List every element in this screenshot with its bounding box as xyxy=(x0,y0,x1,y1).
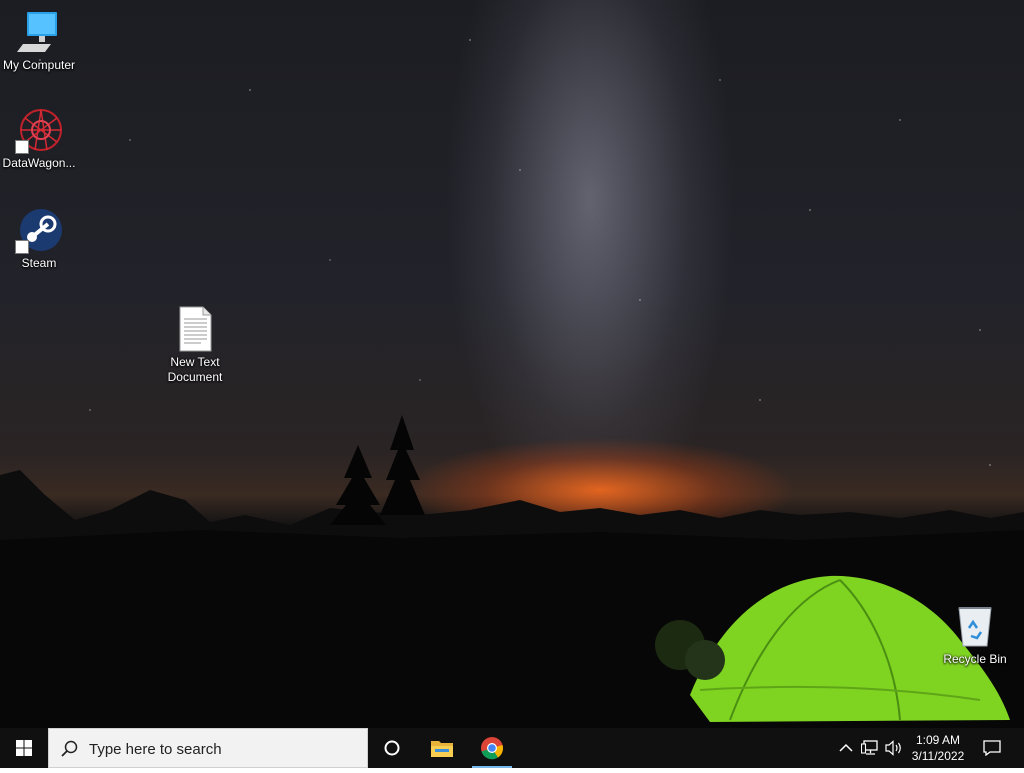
desktop-icon-recycle-bin[interactable]: Recycle Bin xyxy=(936,602,1014,667)
desktop-icon-my-computer[interactable]: My Computer xyxy=(0,8,78,73)
text-document-icon xyxy=(171,305,219,353)
desktop-icon-steam[interactable]: Steam xyxy=(0,206,78,271)
shortcut-arrow-icon xyxy=(15,240,29,254)
cortana-circle-icon xyxy=(384,740,400,756)
taskbar-clock[interactable]: 1:09 AM 3/11/2022 xyxy=(904,732,972,764)
windows-logo-icon xyxy=(16,740,32,756)
folder-icon xyxy=(431,741,453,757)
chrome-icon xyxy=(481,737,504,760)
taskbar-search-box[interactable]: Type here to search xyxy=(48,728,368,768)
computer-icon xyxy=(15,8,63,56)
chevron-up-icon xyxy=(839,743,853,752)
cortana-button[interactable] xyxy=(368,728,416,768)
search-placeholder: Type here to search xyxy=(89,741,222,758)
network-icon xyxy=(861,740,878,755)
action-center-button[interactable] xyxy=(980,728,1004,768)
start-button[interactable] xyxy=(0,728,48,768)
show-hidden-icons-button[interactable] xyxy=(834,728,858,768)
desktop-icon-new-text-document[interactable]: New Text Document xyxy=(156,305,234,385)
file-explorer-button[interactable] xyxy=(418,728,466,768)
taskbar: Type here to search 1:09 AM 3/11/2022 xyxy=(0,728,1024,768)
network-button[interactable] xyxy=(858,728,882,768)
desktop[interactable]: My Computer DataWagon... Steam New Text … xyxy=(0,0,1024,728)
desktop-icon-label: Steam xyxy=(21,256,57,270)
volume-icon xyxy=(885,740,901,756)
desktop-icon-label: Recycle Bin xyxy=(943,652,1007,666)
datawagon-icon xyxy=(15,106,63,154)
desktop-icon-datawagon[interactable]: DataWagon... xyxy=(0,106,78,171)
search-icon xyxy=(61,740,78,757)
clock-time: 1:09 AM xyxy=(915,733,961,747)
steam-icon xyxy=(15,206,63,254)
chrome-button[interactable] xyxy=(468,728,516,768)
clock-date: 3/11/2022 xyxy=(911,749,965,763)
desktop-icon-label: My Computer xyxy=(2,58,76,72)
wallpaper-landscape xyxy=(0,415,1024,728)
notification-icon xyxy=(983,740,1001,756)
desktop-icon-label: New Text Document xyxy=(167,355,223,384)
shortcut-arrow-icon xyxy=(15,140,29,154)
recycle-bin-icon xyxy=(951,602,999,650)
desktop-icon-label: DataWagon... xyxy=(2,156,76,170)
volume-button[interactable] xyxy=(882,728,906,768)
